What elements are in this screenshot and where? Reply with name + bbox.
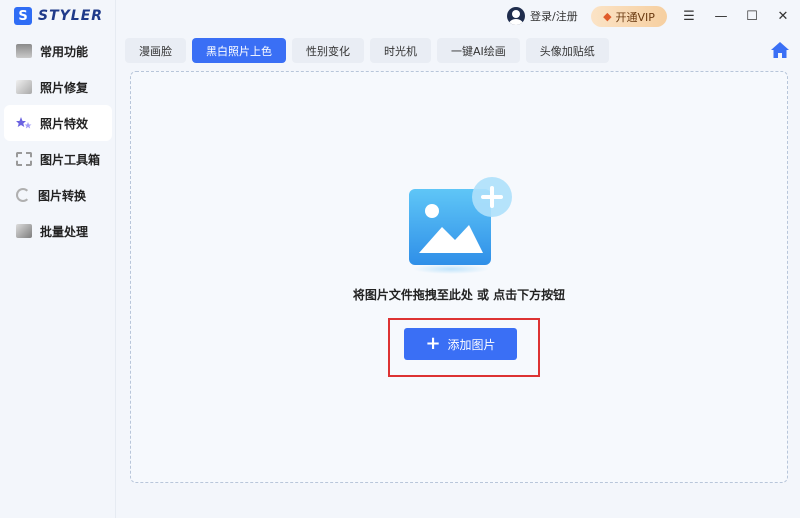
sidebar-item-label: 常用功能 — [40, 44, 89, 59]
image-convert-icon — [16, 188, 30, 202]
user-avatar-icon — [507, 7, 525, 25]
add-image-button[interactable]: + 添加图片 — [404, 328, 517, 360]
login-label: 登录/注册 — [530, 10, 578, 23]
feature-tabs: 漫画脸 黑白照片上色 性别变化 时光机 一键AI绘画 头像加贴纸 — [125, 38, 609, 63]
sidebar: S STYLER 常用功能 照片修复 照片特效 图片工具箱 图片转换 批量处理 — [0, 0, 116, 518]
vip-label: 开通VIP — [615, 10, 655, 24]
tab-colorize-bw-photo[interactable]: 黑白照片上色 — [192, 38, 286, 63]
sidebar-item-toolbox[interactable]: 图片工具箱 — [0, 141, 116, 177]
app-name: STYLER — [38, 8, 104, 24]
diamond-icon: ◆ — [603, 10, 612, 23]
app-logo: S STYLER — [14, 7, 103, 25]
sidebar-nav: 常用功能 照片修复 照片特效 图片工具箱 图片转换 批量处理 — [0, 33, 116, 249]
minimize-button[interactable]: — — [713, 8, 729, 24]
batch-process-icon — [16, 224, 32, 238]
image-toolbox-icon — [16, 152, 32, 166]
sidebar-item-label: 照片特效 — [40, 116, 89, 131]
top-bar: 登录/注册 ◆ 开通VIP ☰ — ☐ ✕ — [116, 0, 800, 33]
home-icon[interactable] — [770, 41, 790, 59]
upload-drop-zone[interactable]: 将图片文件拖拽至此处 或 点击下方按钮 + 添加图片 — [130, 71, 788, 483]
tab-time-machine[interactable]: 时光机 — [370, 38, 431, 63]
login-register-link[interactable]: 登录/注册 — [507, 7, 578, 25]
tab-cartoon-face[interactable]: 漫画脸 — [125, 38, 186, 63]
drop-hint-text: 将图片文件拖拽至此处 或 点击下方按钮 — [352, 288, 566, 302]
photo-effects-icon — [16, 116, 32, 130]
sidebar-item-batch[interactable]: 批量处理 — [0, 213, 116, 249]
close-button[interactable]: ✕ — [775, 8, 791, 24]
photo-repair-icon — [16, 80, 32, 94]
tab-gender-swap[interactable]: 性别变化 — [292, 38, 364, 63]
sidebar-item-label: 图片转换 — [38, 188, 87, 203]
menu-icon[interactable]: ☰ — [681, 8, 697, 24]
plus-icon: + — [425, 333, 441, 354]
sidebar-item-label: 图片工具箱 — [40, 152, 101, 167]
common-functions-icon — [16, 44, 32, 58]
logo-mark: S — [14, 7, 32, 25]
vip-button[interactable]: ◆ 开通VIP — [591, 6, 667, 27]
tab-avatar-sticker[interactable]: 头像加贴纸 — [525, 38, 609, 63]
tab-ai-painting[interactable]: 一键AI绘画 — [437, 38, 520, 63]
sidebar-item-label: 批量处理 — [40, 224, 89, 239]
sidebar-item-common[interactable]: 常用功能 — [0, 33, 116, 69]
add-image-label: 添加图片 — [447, 337, 496, 352]
maximize-button[interactable]: ☐ — [744, 8, 760, 24]
sidebar-item-label: 照片修复 — [40, 80, 89, 95]
sidebar-item-repair[interactable]: 照片修复 — [0, 69, 116, 105]
sidebar-item-effects[interactable]: 照片特效 — [4, 105, 112, 141]
sidebar-item-convert[interactable]: 图片转换 — [0, 177, 116, 213]
add-image-illustration-icon — [407, 175, 517, 275]
